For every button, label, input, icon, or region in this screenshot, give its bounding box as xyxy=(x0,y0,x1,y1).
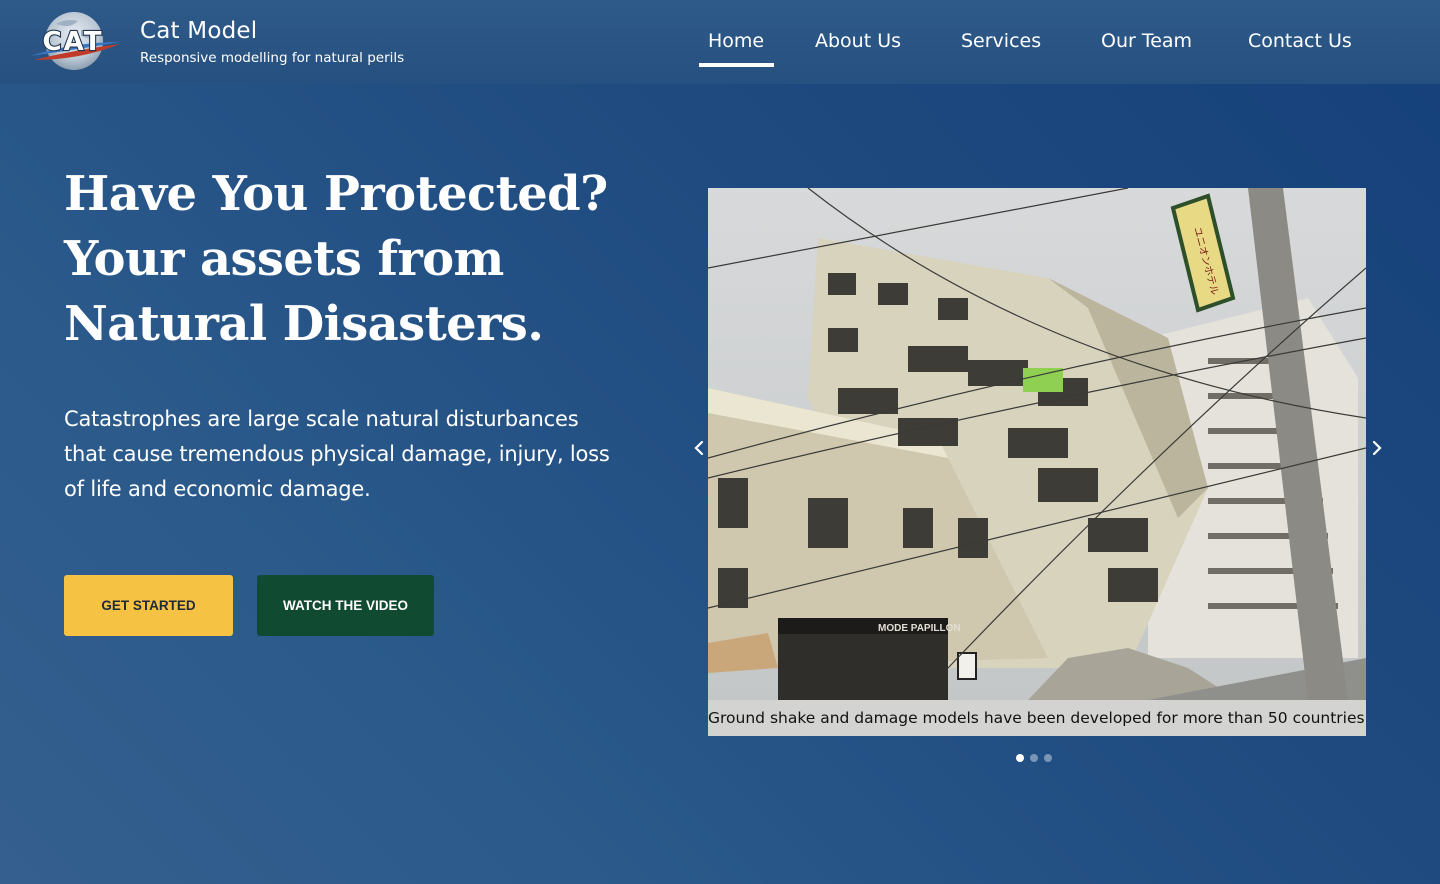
carousel-indicators xyxy=(1016,754,1052,762)
svg-text:CAT: CAT xyxy=(43,27,104,57)
carousel-dot-3[interactable] xyxy=(1044,754,1052,762)
earthquake-building-image: MODE PAPILLON ユニオンホテル xyxy=(708,188,1366,700)
brand-name[interactable]: Cat Model xyxy=(140,18,257,44)
chevron-right-icon[interactable] xyxy=(1370,437,1384,459)
nav-our-team[interactable]: Our Team xyxy=(1101,30,1192,52)
nav-active-indicator xyxy=(699,63,774,67)
carousel-dot-1[interactable] xyxy=(1016,754,1024,762)
hero-title-line-1: Have You Protected? xyxy=(64,166,608,222)
nav-services[interactable]: Services xyxy=(961,30,1041,52)
carousel-caption: Ground shake and damage models have been… xyxy=(708,700,1366,736)
hero-title-line-3: Natural Disasters. xyxy=(64,296,544,352)
cat-logo[interactable]: CAT xyxy=(26,10,122,72)
hero-title-line-2: Your assets from xyxy=(64,231,504,287)
carousel-dot-2[interactable] xyxy=(1030,754,1038,762)
site-header: CAT Cat Model Responsive modelling for n… xyxy=(0,0,1440,84)
hero-title: Have You Protected? Your assets from Nat… xyxy=(64,162,664,357)
image-carousel[interactable]: MODE PAPILLON ユニオンホテル Ground shake and d… xyxy=(708,188,1366,736)
hero-description: Catastrophes are large scale natural dis… xyxy=(64,407,610,501)
brand-tagline: Responsive modelling for natural perils xyxy=(140,50,405,66)
watch-video-button[interactable]: WATCH THE VIDEO xyxy=(257,575,434,636)
chevron-left-icon[interactable] xyxy=(692,437,706,459)
nav-about-us[interactable]: About Us xyxy=(815,30,901,52)
svg-text:MODE PAPILLON: MODE PAPILLON xyxy=(878,623,961,634)
nav-contact-us[interactable]: Contact Us xyxy=(1248,30,1352,52)
nav-home[interactable]: Home xyxy=(708,30,764,52)
get-started-button[interactable]: GET STARTED xyxy=(64,575,233,636)
